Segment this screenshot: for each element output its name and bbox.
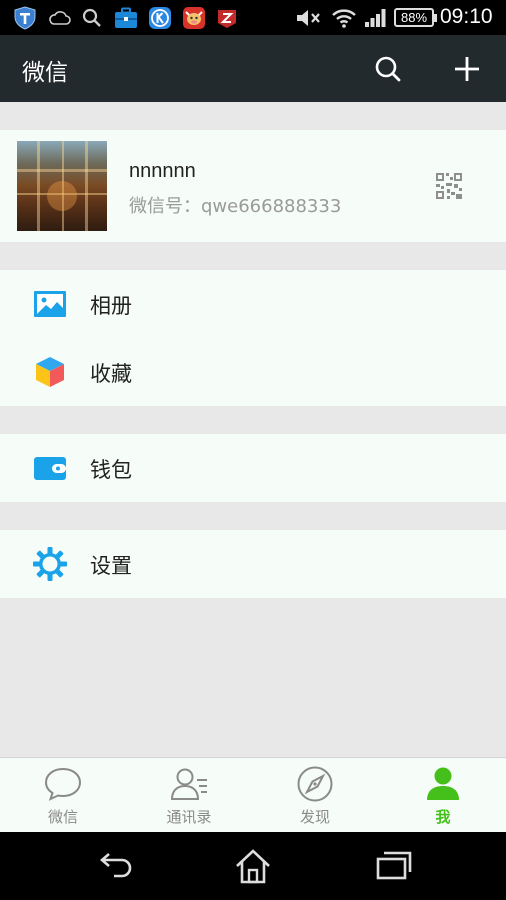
- tab-contacts-label: 通讯录: [166, 808, 212, 826]
- me-page-content: nnnnnn 微信号：qwe666888333 相册 收藏 钱包 设置: [0, 102, 506, 757]
- wifi-icon: [332, 6, 356, 30]
- status-time: 09:10: [440, 5, 493, 28]
- cloud-icon: [48, 6, 72, 30]
- me-icon: [427, 767, 459, 800]
- menu-item-settings-label: 设置: [90, 554, 132, 578]
- search-button[interactable]: [368, 49, 408, 89]
- home-icon[interactable]: [233, 848, 273, 884]
- menu-item-wallet[interactable]: 钱包: [0, 434, 506, 502]
- battery-indicator: 88%: [394, 8, 437, 27]
- album-icon: [34, 291, 66, 317]
- back-icon[interactable]: [94, 848, 134, 884]
- favorites-icon: [36, 357, 64, 387]
- search-icon: [375, 56, 401, 82]
- add-button[interactable]: [447, 49, 487, 89]
- z-app-icon: [215, 6, 239, 30]
- status-bar: 88% 09:10: [0, 0, 506, 35]
- shield-app-icon: [12, 6, 38, 30]
- tab-chats[interactable]: 微信: [0, 758, 126, 833]
- profile-nickname: nnnnnn: [129, 160, 196, 182]
- menu-group-settings: 设置: [0, 530, 506, 598]
- menu-item-album-label: 相册: [90, 294, 132, 318]
- menu-item-album[interactable]: 相册: [0, 270, 506, 338]
- plus-icon: [455, 57, 479, 81]
- menu-group-album-favorites: 相册 收藏: [0, 270, 506, 406]
- menu-item-favorites-label: 收藏: [90, 362, 132, 386]
- page-title: 微信: [22, 60, 68, 86]
- tab-me[interactable]: 我: [380, 758, 506, 833]
- menu-group-wallet: 钱包: [0, 434, 506, 502]
- menu-item-favorites[interactable]: 收藏: [0, 338, 506, 406]
- tab-discover[interactable]: 发现: [252, 758, 378, 833]
- mute-icon: [294, 6, 322, 30]
- system-nav-bar: [0, 832, 506, 900]
- search-notify-icon: [80, 6, 104, 30]
- tab-me-label: 我: [435, 808, 451, 826]
- profile-card[interactable]: nnnnnn 微信号：qwe666888333: [0, 130, 506, 242]
- avatar[interactable]: [17, 141, 107, 231]
- bottom-tab-bar: 微信 通讯录 发现 我: [0, 757, 506, 832]
- tab-discover-label: 发现: [299, 808, 330, 826]
- kugou-app-icon: [147, 6, 173, 30]
- recents-icon[interactable]: [374, 848, 414, 884]
- tab-chats-label: 微信: [47, 808, 78, 826]
- profile-wechat-id: 微信号：qwe666888333: [129, 196, 342, 217]
- title-bar: 微信: [0, 35, 506, 102]
- contacts-icon: [170, 768, 207, 800]
- signal-icon: [363, 6, 387, 30]
- tab-contacts[interactable]: 通讯录: [126, 758, 252, 833]
- menu-item-settings[interactable]: 设置: [0, 530, 506, 598]
- cow-app-icon: [181, 6, 207, 30]
- qr-code-icon[interactable]: [436, 173, 462, 199]
- discover-icon: [297, 766, 333, 802]
- chat-icon: [44, 767, 82, 801]
- wallet-icon: [34, 457, 66, 480]
- toolbox-app-icon: [113, 6, 139, 30]
- settings-icon: [33, 547, 67, 581]
- menu-item-wallet-label: 钱包: [90, 458, 132, 482]
